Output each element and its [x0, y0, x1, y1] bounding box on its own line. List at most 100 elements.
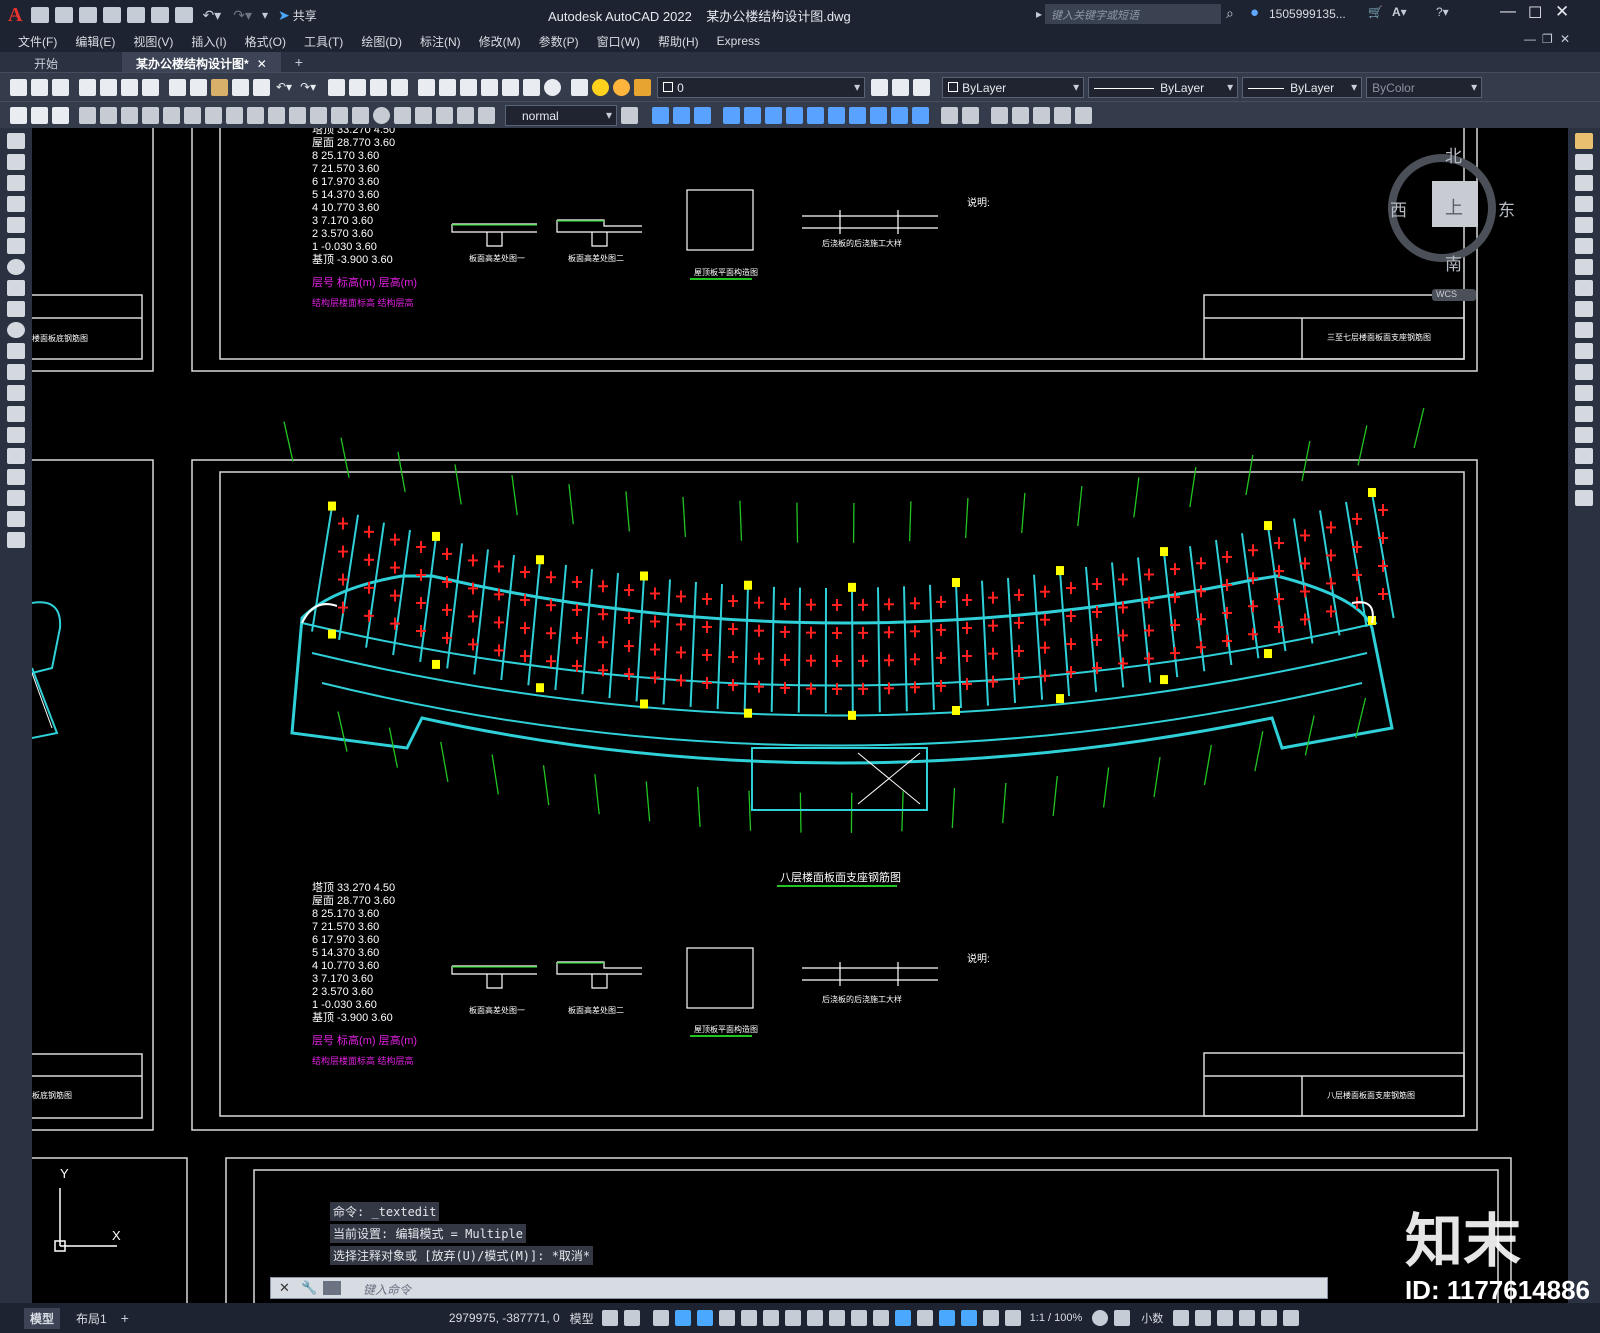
preview-icon[interactable] [100, 78, 117, 96]
region-icon[interactable] [7, 469, 25, 485]
menu-tools[interactable]: 工具(T) [304, 33, 343, 50]
layer-state-icon[interactable] [913, 78, 931, 96]
doc-close-icon[interactable]: ✕ [1560, 32, 1570, 46]
design-center-icon[interactable] [439, 78, 457, 96]
break-at-point-icon[interactable] [1575, 364, 1593, 380]
solid-box-icon[interactable] [652, 106, 669, 124]
redo-icon[interactable]: ↷▾ [233, 7, 252, 24]
sweep-icon[interactable] [828, 106, 845, 124]
menu-format[interactable]: 格式(O) [245, 33, 286, 50]
layer-previous-icon[interactable] [892, 78, 910, 96]
help-icon[interactable]: ?▾ [1436, 5, 1449, 19]
new-icon[interactable] [10, 78, 27, 96]
pan-icon[interactable] [328, 78, 346, 96]
scale-icon[interactable] [1575, 280, 1593, 296]
ucs-world-icon[interactable] [1012, 106, 1029, 124]
layout-tab-model[interactable]: 模型 [24, 1307, 61, 1329]
menu-view[interactable]: 视图(V) [133, 33, 173, 50]
share-button[interactable]: 共享 [293, 7, 317, 24]
zoom-realtime-icon[interactable] [349, 78, 367, 96]
markup-icon[interactable] [502, 78, 520, 96]
baseline-dim-icon[interactable] [268, 106, 285, 124]
annotation-scale-icon[interactable] [1004, 1310, 1021, 1326]
construction-line-icon[interactable] [7, 154, 25, 170]
isodraft-icon[interactable] [740, 1310, 757, 1326]
command-close-icon[interactable]: ✕ [279, 1280, 290, 1296]
open-icon[interactable] [31, 78, 48, 96]
redo-tb-icon[interactable]: ↷▾ [300, 80, 316, 94]
menu-parametric[interactable]: 参数(P) [539, 33, 579, 50]
publish-icon[interactable] [121, 78, 138, 96]
save-to-web-icon[interactable] [151, 7, 170, 23]
ellipse-icon[interactable] [7, 322, 25, 338]
mirror-icon[interactable] [1575, 175, 1593, 191]
ucs-object-icon[interactable] [1075, 106, 1092, 124]
continue-dim-icon[interactable] [289, 106, 306, 124]
save-tb-icon[interactable] [52, 78, 69, 96]
tab-drawing[interactable]: 某办公楼结构设计图* ✕ [122, 52, 281, 72]
text-style-dropdown[interactable]: normal [505, 104, 617, 126]
menu-edit[interactable]: 编辑(E) [75, 33, 115, 50]
compass-east[interactable]: 东 [1498, 196, 1515, 221]
snap-icon[interactable] [623, 1310, 640, 1326]
chamfer-icon[interactable] [1575, 427, 1593, 443]
jogged-linear-icon[interactable] [415, 106, 432, 124]
command-line[interactable]: ✕ 🔧 键入命令 [270, 1277, 1328, 1299]
sheet-set-icon[interactable] [481, 78, 499, 96]
solid-sphere-icon[interactable] [723, 106, 740, 124]
search-icon[interactable]: ⌕ [1226, 5, 1234, 22]
3d-osnap-icon[interactable] [872, 1310, 889, 1326]
model-space-toggle[interactable]: 模型 [570, 1310, 594, 1327]
lineweight-dropdown[interactable]: ByLayer [1242, 76, 1363, 98]
doc-minimize-icon[interactable]: — [1524, 32, 1536, 46]
undo-icon[interactable]: ↶▾ [202, 7, 221, 24]
tab-close-icon[interactable]: ✕ [257, 57, 267, 71]
viewcube-top-label[interactable]: 上 [1445, 194, 1463, 220]
circle-icon[interactable] [7, 259, 25, 275]
layer-tool-2-icon[interactable] [31, 106, 48, 124]
open-from-web-icon[interactable] [127, 7, 146, 23]
dynamic-input-icon[interactable] [674, 1310, 691, 1326]
arc-icon[interactable] [7, 238, 25, 254]
move-icon[interactable] [1575, 238, 1593, 254]
open-file-icon[interactable] [55, 7, 74, 23]
save-icon[interactable] [79, 7, 98, 23]
ucs-face-icon[interactable] [1054, 106, 1071, 124]
compass-north[interactable]: 北 [1445, 142, 1462, 167]
mtext-icon[interactable] [7, 511, 25, 527]
angular-dim-icon[interactable] [226, 106, 243, 124]
trim-icon[interactable] [1575, 322, 1593, 338]
intersect-icon[interactable] [912, 106, 929, 124]
tolerance-icon[interactable] [352, 106, 369, 124]
menu-window[interactable]: 窗口(W) [597, 33, 640, 50]
selection-cycling-icon[interactable] [850, 1310, 867, 1326]
jogged-dim-icon[interactable] [184, 106, 201, 124]
center-mark-icon[interactable] [373, 106, 390, 124]
fillet-icon[interactable] [1575, 448, 1593, 464]
cart-icon[interactable]: 🛒 [1368, 5, 1383, 19]
tab-start[interactable]: 开始 [20, 52, 72, 72]
undo-tb-icon[interactable]: ↶▾ [276, 80, 292, 94]
dim-space-icon[interactable] [310, 106, 327, 124]
ucs-icon[interactable] [991, 106, 1008, 124]
join-icon[interactable] [1575, 406, 1593, 422]
polyline-icon[interactable] [7, 175, 25, 191]
color-dropdown[interactable]: ByLayer [942, 76, 1085, 98]
units-dropdown[interactable]: 小数 [1141, 1310, 1163, 1326]
offset-icon[interactable] [1575, 196, 1593, 212]
view-iso-icon[interactable] [962, 106, 979, 124]
grid-icon[interactable] [601, 1310, 618, 1326]
wcs-label[interactable]: WCS [1436, 289, 1457, 299]
selection-filter-icon[interactable] [916, 1310, 933, 1326]
copy-object-icon[interactable] [1575, 154, 1593, 170]
drawing-canvas[interactable]: 塔顶 33.270 4.50 屋面 28.770 3.60 8 25.170 3… [32, 128, 1568, 1303]
new-file-icon[interactable] [31, 7, 50, 23]
view-front-icon[interactable] [941, 106, 958, 124]
subtract-icon[interactable] [891, 106, 908, 124]
command-customize-icon[interactable]: 🔧 [301, 1280, 317, 1296]
aligned-dim-icon[interactable] [100, 106, 117, 124]
gradient-icon[interactable] [7, 448, 25, 464]
drawing-svg[interactable]: 塔顶 33.270 4.50 屋面 28.770 3.60 8 25.170 3… [32, 128, 1568, 1303]
infer-icon[interactable] [652, 1310, 669, 1326]
calculator-icon[interactable] [523, 78, 541, 96]
